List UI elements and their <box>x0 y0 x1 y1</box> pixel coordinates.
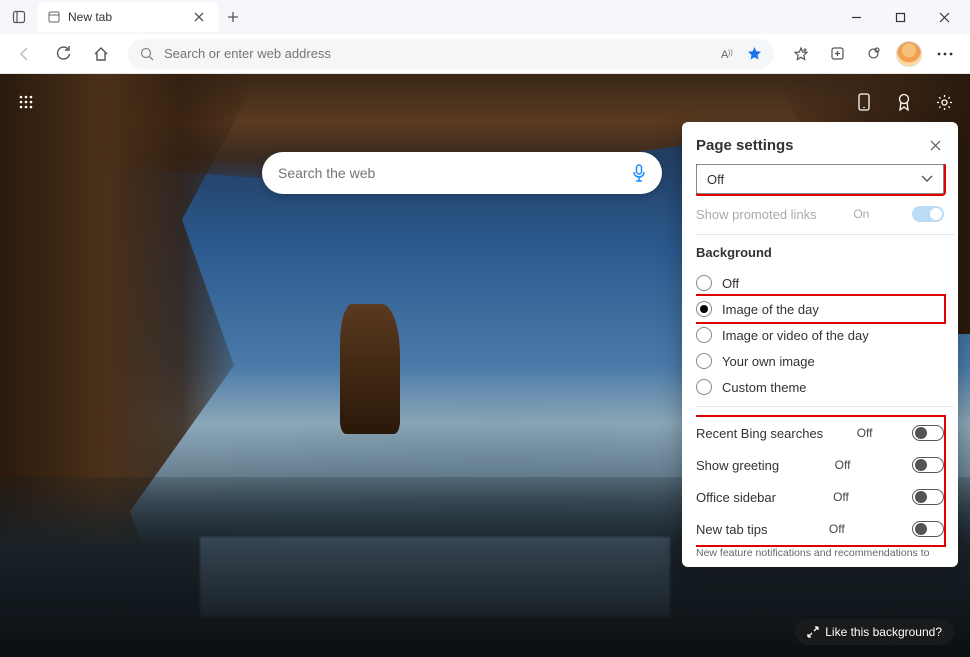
back-button[interactable] <box>8 38 42 70</box>
radio-icon <box>696 379 712 395</box>
bg-option-own-image[interactable]: Your own image <box>696 348 944 374</box>
home-button[interactable] <box>84 38 118 70</box>
show-greeting-row: Show greeting Off <box>696 449 944 481</box>
bg-option-off[interactable]: Off <box>696 270 944 296</box>
office-sidebar-toggle[interactable] <box>912 489 944 505</box>
extensions-button[interactable] <box>856 38 890 70</box>
new-tab-tips-toggle[interactable] <box>912 521 944 537</box>
browser-tab[interactable]: New tab <box>38 2 218 32</box>
refresh-button[interactable] <box>46 38 80 70</box>
microphone-icon[interactable] <box>632 164 646 182</box>
background-section-label: Background <box>696 245 944 260</box>
titlebar: New tab <box>0 0 970 34</box>
collections-button[interactable] <box>820 38 854 70</box>
profile-button[interactable] <box>892 38 926 70</box>
new-tab-button[interactable] <box>218 2 248 32</box>
quick-links-dropdown[interactable]: Off <box>696 164 944 194</box>
apps-grid-button[interactable] <box>12 88 40 116</box>
show-greeting-toggle[interactable] <box>912 457 944 473</box>
radio-icon <box>696 275 712 291</box>
tips-subtext: New feature notifications and recommenda… <box>696 547 944 559</box>
radio-icon <box>696 353 712 369</box>
minimize-button[interactable] <box>834 2 878 32</box>
promoted-links-row: Show promoted links On <box>696 206 944 222</box>
recent-searches-row: Recent Bing searches Off <box>696 417 944 449</box>
dropdown-value: Off <box>707 172 724 187</box>
like-background-button[interactable]: Like this background? <box>795 619 954 645</box>
close-window-button[interactable] <box>922 2 966 32</box>
new-tab-page: Page settings Off Show promoted links On… <box>0 74 970 657</box>
search-icon <box>140 47 154 61</box>
maximize-button[interactable] <box>878 2 922 32</box>
office-sidebar-row: Office sidebar Off <box>696 481 944 513</box>
overlay-top-row <box>12 86 958 118</box>
svg-text:)): )) <box>728 50 733 57</box>
web-search-box[interactable] <box>262 152 662 194</box>
tab-close-button[interactable] <box>190 8 208 26</box>
new-tab-tips-row: New tab tips Off <box>696 513 944 545</box>
panel-close-button[interactable] <box>926 136 944 154</box>
panel-title: Page settings <box>696 137 794 154</box>
radio-icon <box>696 301 712 317</box>
avatar-icon <box>896 41 922 67</box>
toggle-switches-group: Recent Bing searches Off Show greeting O… <box>696 417 944 545</box>
expand-icon <box>807 626 819 638</box>
mobile-icon[interactable] <box>850 88 878 116</box>
more-menu-button[interactable] <box>928 38 962 70</box>
page-settings-panel: Page settings Off Show promoted links On… <box>682 122 958 567</box>
window-controls <box>834 2 966 32</box>
rewards-icon[interactable] <box>890 88 918 116</box>
bg-option-image-of-day[interactable]: Image of the day <box>696 296 944 322</box>
read-aloud-icon[interactable]: A)) <box>721 47 737 61</box>
settings-gear-icon[interactable] <box>930 88 958 116</box>
favorite-star-icon[interactable] <box>747 46 762 61</box>
chevron-down-icon <box>921 175 933 183</box>
radio-icon <box>696 327 712 343</box>
promoted-links-toggle <box>912 206 944 222</box>
tab-title: New tab <box>68 10 112 24</box>
tab-actions-button[interactable] <box>4 2 34 32</box>
web-search-input[interactable] <box>278 165 632 181</box>
address-bar[interactable]: A)) <box>128 39 774 69</box>
page-icon <box>48 11 60 23</box>
recent-searches-toggle[interactable] <box>912 425 944 441</box>
bg-option-custom-theme[interactable]: Custom theme <box>696 374 944 400</box>
toolbar: A)) <box>0 34 970 74</box>
bg-option-image-video-of-day[interactable]: Image or video of the day <box>696 322 944 348</box>
favorites-button[interactable] <box>784 38 818 70</box>
address-input[interactable] <box>164 46 711 61</box>
